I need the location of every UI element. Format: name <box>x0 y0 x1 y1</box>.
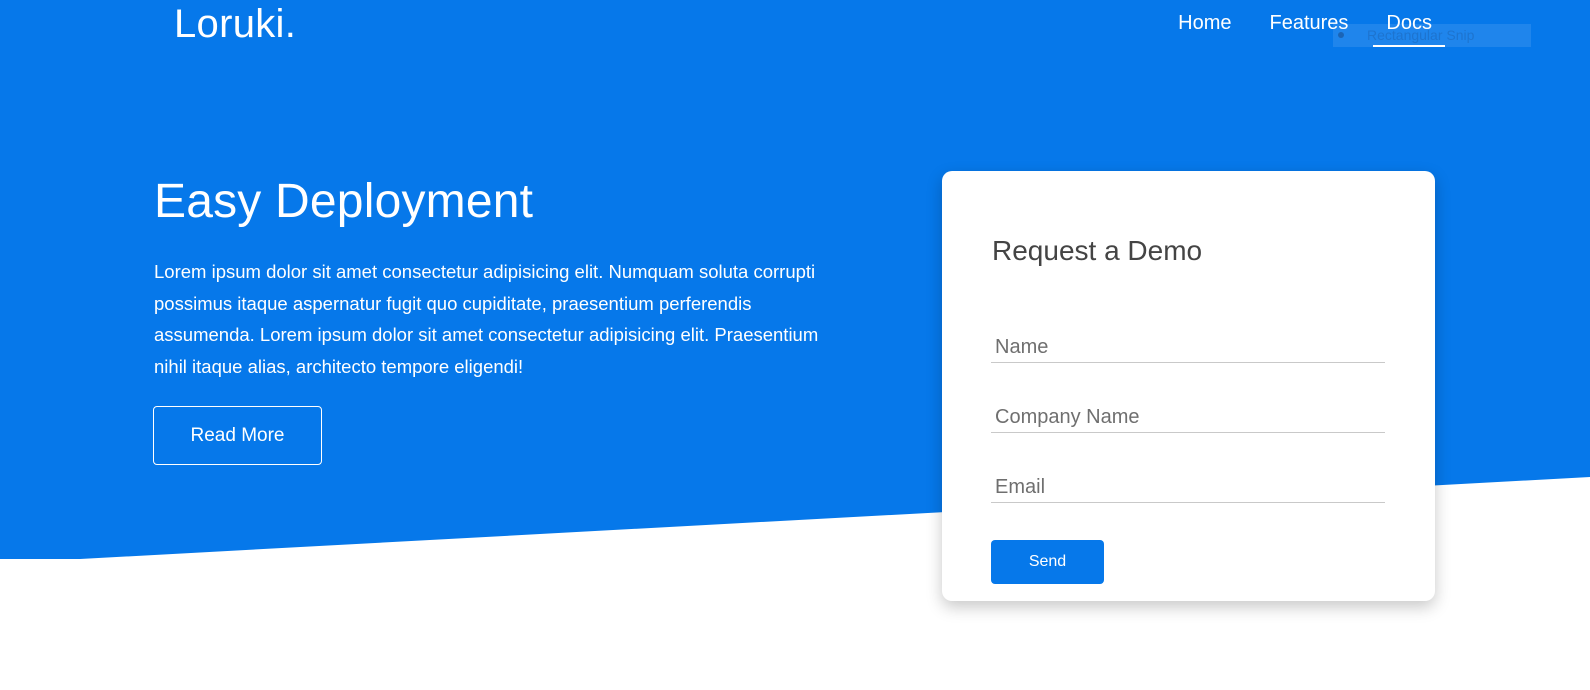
snip-overlay-label: Rectangular Snip <box>1367 27 1475 43</box>
company-name-input[interactable] <box>991 403 1385 433</box>
hero-paragraph: Lorem ipsum dolor sit amet consectetur a… <box>154 261 819 377</box>
name-input[interactable] <box>991 333 1385 363</box>
snip-overlay: Rectangular Snip <box>1333 24 1531 47</box>
send-button[interactable]: Send <box>991 540 1104 584</box>
hero-title: Easy Deployment <box>154 175 534 228</box>
brand-logo[interactable]: Loruki. <box>174 0 296 48</box>
request-demo-card: Request a Demo Send <box>942 171 1435 601</box>
bullet-icon <box>1338 32 1344 38</box>
email-input[interactable] <box>991 473 1385 503</box>
read-more-button[interactable]: Read More <box>153 406 322 465</box>
demo-card-title: Request a Demo <box>992 235 1203 266</box>
nav-link-home[interactable]: Home <box>1178 10 1231 47</box>
